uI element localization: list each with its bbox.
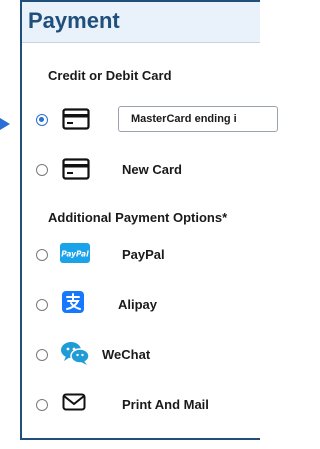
paypal-option[interactable]: PayPal PayPal (22, 237, 252, 273)
new-card-radio[interactable] (36, 164, 48, 176)
additional-section-heading: Additional Payment Options* (48, 210, 228, 225)
envelope-icon (62, 393, 86, 411)
paypal-label: PayPal (122, 247, 165, 262)
new-card-option[interactable]: New Card (22, 152, 252, 188)
saved-card-radio[interactable] (36, 114, 48, 126)
print-and-mail-radio[interactable] (36, 399, 48, 411)
card-section-heading: Credit or Debit Card (48, 68, 172, 83)
paypal-icon-text: PayPal (61, 250, 89, 259)
wechat-option[interactable]: WeChat (22, 337, 252, 373)
wechat-radio[interactable] (36, 349, 48, 361)
payment-header: Payment (22, 2, 260, 43)
alipay-label: Alipay (118, 297, 158, 312)
print-and-mail-label: Print And Mail (122, 397, 209, 412)
paypal-radio[interactable] (36, 249, 48, 261)
credit-card-icon (62, 158, 90, 180)
paypal-icon: PayPal (60, 243, 90, 263)
wechat-label: WeChat (102, 347, 151, 362)
saved-card-option[interactable]: MasterCard ending i (22, 102, 278, 138)
pointer-arrow-head (0, 118, 10, 130)
wechat-icon (60, 340, 90, 366)
payment-panel: Payment Credit or Debit Card MasterCard … (20, 0, 278, 440)
page-title: Payment (28, 8, 120, 33)
saved-card-select[interactable]: MasterCard ending i (118, 106, 278, 132)
alipay-option[interactable]: Alipay (22, 287, 252, 323)
print-and-mail-option[interactable]: Print And Mail (22, 387, 252, 423)
alipay-icon (62, 291, 84, 313)
new-card-label: New Card (122, 162, 182, 177)
credit-card-icon (62, 108, 90, 130)
alipay-radio[interactable] (36, 299, 48, 311)
